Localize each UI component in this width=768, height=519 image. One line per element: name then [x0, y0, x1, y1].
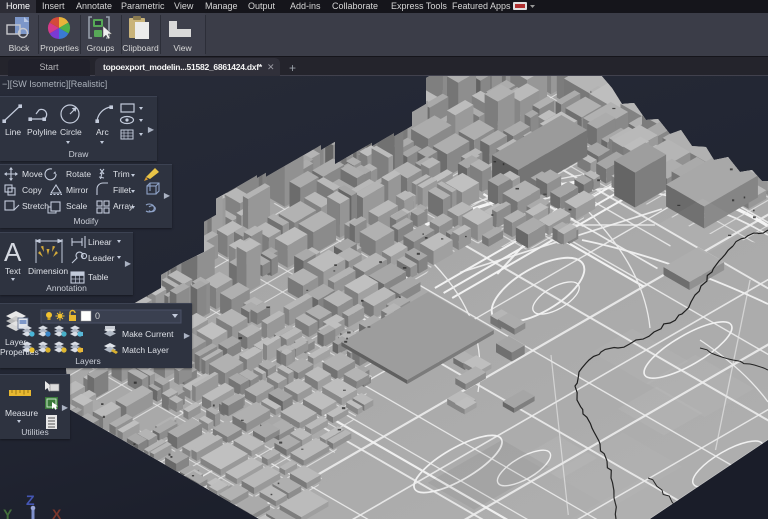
svg-text:Z: Z	[26, 492, 35, 508]
svg-text:Polyline: Polyline	[27, 127, 57, 137]
svg-text:Fillet: Fillet	[113, 185, 132, 195]
svg-text:0: 0	[95, 311, 100, 321]
svg-text:Measure: Measure	[5, 408, 38, 418]
svg-text:Y: Y	[3, 506, 13, 519]
svg-text:Make Current: Make Current	[122, 329, 174, 339]
svg-text:Trim: Trim	[113, 169, 130, 179]
svg-text:Dimension: Dimension	[28, 266, 68, 276]
svg-text:Copy: Copy	[22, 185, 43, 195]
svg-text:Array: Array	[113, 201, 134, 211]
svg-text:Leader: Leader	[88, 253, 115, 263]
svg-text:Scale: Scale	[66, 201, 88, 211]
svg-text:A: A	[4, 237, 22, 267]
svg-text:Move: Move	[22, 169, 43, 179]
svg-text:Circle: Circle	[60, 127, 82, 137]
svg-text:Layer: Layer	[5, 337, 26, 347]
svg-text:Table: Table	[88, 272, 109, 282]
svg-text:Line: Line	[5, 127, 21, 137]
svg-text:Mirror: Mirror	[66, 185, 88, 195]
svg-text:Stretch: Stretch	[22, 201, 49, 211]
svg-text:Linear: Linear	[88, 237, 112, 247]
svg-text:X: X	[52, 506, 62, 519]
svg-text:Match Layer: Match Layer	[122, 345, 169, 355]
svg-text:Arc: Arc	[96, 127, 110, 137]
svg-text:Rotate: Rotate	[66, 169, 91, 179]
svg-text:Text: Text	[5, 266, 21, 276]
